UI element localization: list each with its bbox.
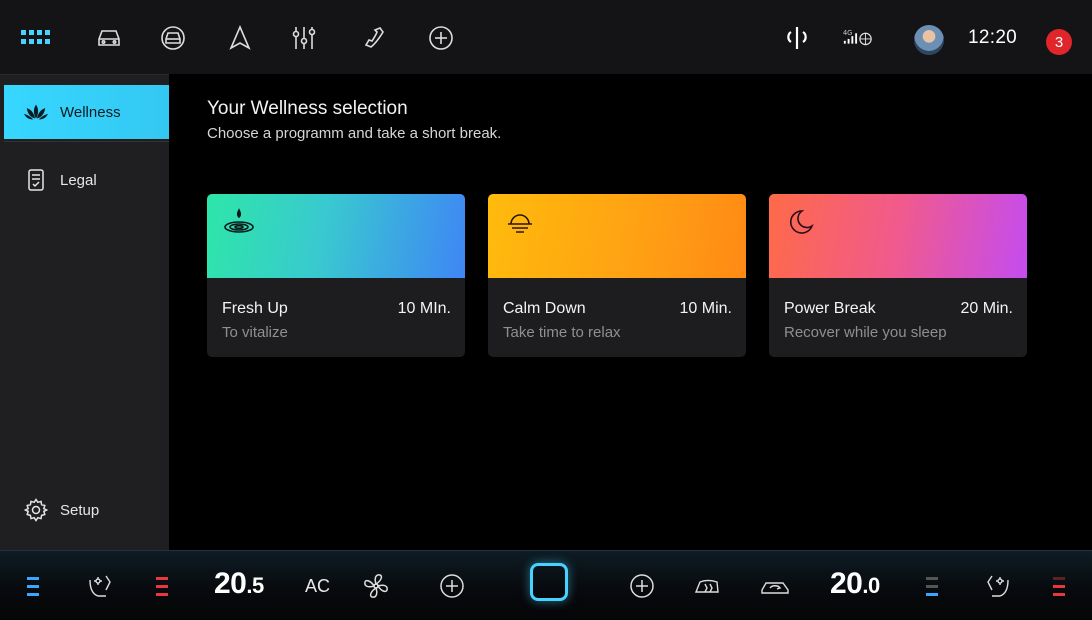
sidebar-item-label: Wellness — [60, 103, 121, 121]
temp-decimal: .0 — [862, 573, 880, 598]
card-subtitle: Take time to relax — [503, 324, 621, 341]
windshield-defrost-icon[interactable] — [693, 569, 721, 603]
gear-icon — [24, 498, 48, 522]
card-title: Power Break — [784, 300, 876, 317]
equalizer-icon[interactable] — [288, 22, 320, 54]
ac-button[interactable]: AC — [305, 576, 330, 597]
user-avatar[interactable] — [914, 25, 944, 55]
signal-4g-icon: 4G — [842, 22, 874, 54]
temp-decimal: .5 — [246, 573, 264, 598]
lotus-icon — [24, 100, 48, 124]
card-title: Calm Down — [503, 300, 586, 317]
card-duration: 20 Min. — [960, 300, 1013, 317]
sidebar: Wellness Legal Setup — [0, 74, 169, 550]
car-front-icon[interactable] — [157, 22, 189, 54]
card-subtitle: Recover while you sleep — [784, 324, 947, 341]
setup-label: Setup — [60, 501, 100, 519]
navigation-arrow-icon[interactable] — [224, 22, 256, 54]
apps-grid-icon[interactable] — [20, 22, 52, 54]
add-icon[interactable] — [425, 22, 457, 54]
page-title: Your Wellness selection — [207, 98, 408, 119]
left-seat-ventilation-icon[interactable] — [26, 569, 40, 603]
car-icon[interactable] — [93, 22, 125, 54]
page-subtitle: Choose a programm and take a short break… — [207, 125, 502, 142]
left-seat-heating-icon[interactable] — [155, 569, 169, 603]
right-seat-ventilation-icon[interactable] — [925, 569, 939, 603]
card-duration: 10 MIn. — [397, 300, 451, 317]
add-left-icon[interactable] — [438, 569, 466, 603]
sidebar-item-wellness[interactable]: Wellness — [4, 85, 169, 139]
top-status-bar: 4G 12:20 3 — [0, 0, 1092, 74]
sunset-icon — [500, 204, 540, 240]
add-right-icon[interactable] — [628, 569, 656, 603]
recirculation-icon[interactable] — [760, 569, 790, 603]
fan-icon[interactable] — [362, 569, 390, 603]
phone-icon[interactable] — [358, 22, 390, 54]
card-subtitle: To vitalize — [222, 324, 288, 341]
sidebar-divider — [4, 141, 169, 142]
program-card-calm-down[interactable]: Calm Down 10 Min. Take time to relax — [488, 194, 746, 357]
wireless-charging-icon — [781, 22, 813, 54]
right-seat-fan-icon[interactable] — [984, 569, 1012, 603]
svg-text:4G: 4G — [843, 29, 852, 37]
right-seat-heating-icon[interactable] — [1052, 569, 1066, 603]
card-title: Fresh Up — [222, 300, 288, 317]
document-icon — [24, 168, 48, 192]
program-card-fresh-up[interactable]: Fresh Up 10 MIn. To vitalize — [207, 194, 465, 357]
notification-badge[interactable]: 3 — [1046, 29, 1072, 55]
right-temperature[interactable]: 20.0 — [830, 567, 880, 601]
program-card-power-break[interactable]: Power Break 20 Min. Recover while you sl… — [769, 194, 1027, 357]
sidebar-item-legal[interactable]: Legal — [4, 153, 169, 207]
home-button[interactable] — [530, 563, 568, 601]
left-temperature[interactable]: 20.5 — [214, 567, 264, 601]
water-drop-ripple-icon — [219, 204, 259, 240]
climate-bar: 20.5 AC 20.0 — [0, 550, 1092, 620]
temp-integer: 20 — [214, 567, 247, 600]
clock: 12:20 — [968, 27, 1018, 48]
temp-integer: 20 — [830, 567, 863, 600]
left-seat-fan-icon[interactable] — [86, 569, 114, 603]
card-duration: 10 Min. — [679, 300, 732, 317]
sidebar-item-label: Legal — [60, 171, 97, 189]
setup-button[interactable]: Setup — [4, 483, 169, 537]
moon-icon — [781, 204, 821, 240]
